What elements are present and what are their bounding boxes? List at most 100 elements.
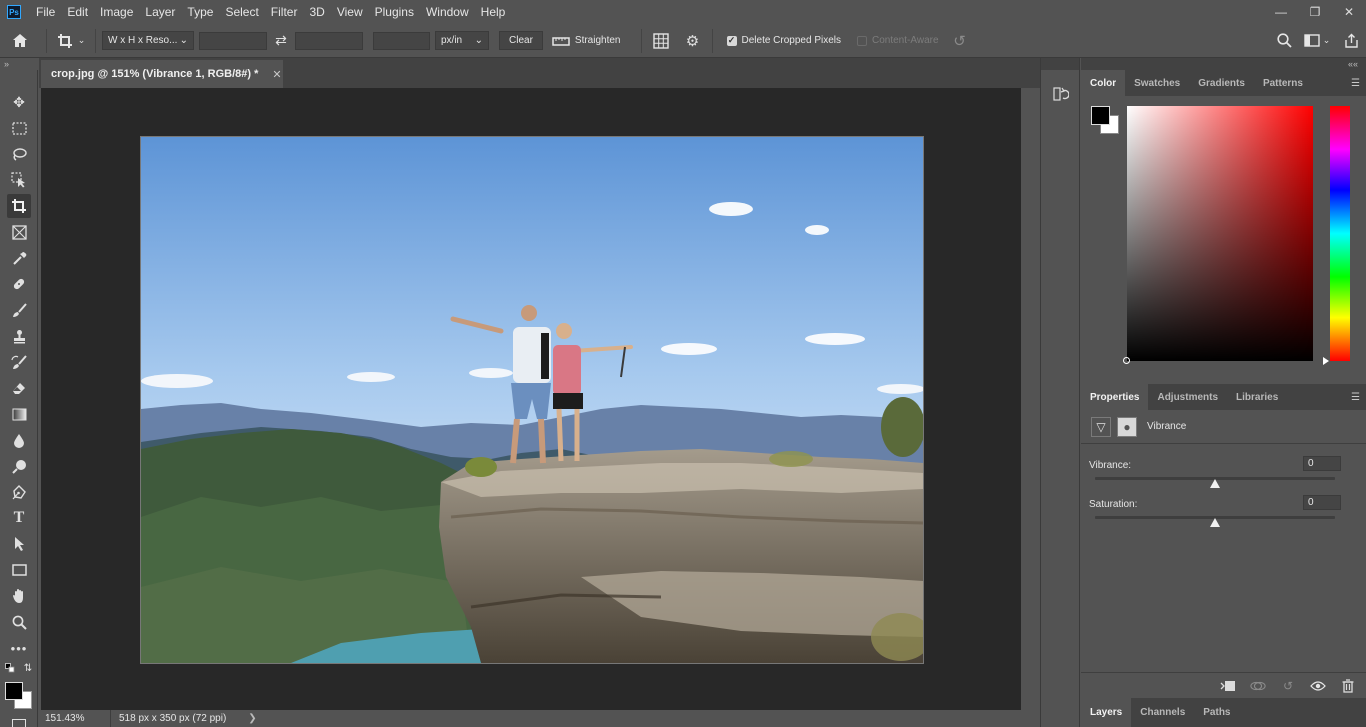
dodge-tool-icon[interactable] [7, 454, 31, 478]
clip-to-layer-icon[interactable] [1220, 678, 1236, 694]
home-icon[interactable] [0, 28, 40, 54]
menu-window[interactable]: Window [420, 0, 475, 24]
tab-gradients[interactable]: Gradients [1189, 70, 1254, 96]
resolution-input[interactable] [373, 31, 430, 50]
panel-menu-icon[interactable]: ☰ [1351, 392, 1360, 403]
brush-tool-icon[interactable] [7, 298, 31, 322]
zoom-level[interactable]: 151.43% [39, 710, 111, 727]
minimize-button[interactable]: — [1264, 0, 1298, 24]
content-aware-label[interactable]: Content-Aware [872, 35, 939, 46]
saturation-input[interactable]: 0 [1303, 495, 1341, 510]
menu-image[interactable]: Image [94, 0, 139, 24]
quick-mask-icon[interactable] [7, 718, 31, 727]
document-tab[interactable]: crop.jpg @ 151% (Vibrance 1, RGB/8#) * ✕ [41, 60, 283, 88]
layer-mask-icon[interactable]: ● [1117, 416, 1137, 437]
rectangle-tool-icon[interactable] [7, 558, 31, 582]
hue-slider-marker[interactable] [1323, 357, 1329, 365]
healing-brush-tool-icon[interactable] [7, 272, 31, 296]
ratio-select[interactable]: W x H x Reso... ⌄ [102, 31, 194, 50]
gradient-tool-icon[interactable] [7, 402, 31, 426]
hand-tool-icon[interactable] [7, 584, 31, 608]
eyedropper-tool-icon[interactable] [7, 246, 31, 270]
blur-tool-icon[interactable] [7, 428, 31, 452]
straighten-icon[interactable] [547, 28, 575, 54]
tab-swatches[interactable]: Swatches [1125, 70, 1189, 96]
search-icon[interactable] [1270, 28, 1298, 54]
eraser-tool-icon[interactable] [7, 376, 31, 400]
menu-file[interactable]: File [30, 0, 61, 24]
menu-type[interactable]: Type [181, 0, 219, 24]
toolbar-collapse[interactable]: » [0, 58, 38, 70]
straighten-label[interactable]: Straighten [575, 35, 621, 46]
reset-adjustment-icon[interactable]: ↺ [1280, 678, 1296, 694]
zoom-tool-icon[interactable] [7, 610, 31, 634]
vibrance-input[interactable]: 0 [1303, 456, 1341, 471]
tab-color[interactable]: Color [1081, 70, 1126, 96]
object-selection-tool-icon[interactable] [7, 168, 31, 192]
photo-canvas[interactable] [140, 136, 924, 664]
panel-menu-icon[interactable]: ☰ [1351, 78, 1360, 89]
swap-dimensions-icon[interactable]: ⇄ [267, 28, 295, 54]
frame-tool-icon[interactable] [7, 220, 31, 244]
foreground-color-chip[interactable] [1091, 106, 1110, 125]
menu-edit[interactable]: Edit [61, 0, 94, 24]
workspace-icon[interactable]: ⌄ [1298, 28, 1336, 54]
canvas-area[interactable] [41, 88, 1021, 710]
clear-button[interactable]: Clear [499, 31, 543, 50]
tab-properties[interactable]: Properties [1081, 384, 1149, 410]
more-tools-icon[interactable]: ••• [7, 636, 31, 660]
close-tab-icon[interactable]: ✕ [272, 68, 281, 81]
canvas-scrollbar[interactable] [1021, 88, 1040, 710]
chevron-right-icon[interactable]: ❯ [248, 713, 256, 724]
content-aware-checkbox[interactable] [857, 35, 867, 46]
tab-paths[interactable]: Paths [1194, 698, 1239, 727]
saturation-slider-thumb[interactable] [1210, 518, 1220, 527]
menu-layer[interactable]: Layer [139, 0, 181, 24]
menu-view[interactable]: View [331, 0, 369, 24]
reset-icon[interactable]: ↺ [945, 28, 975, 54]
menu-filter[interactable]: Filter [265, 0, 304, 24]
share-icon[interactable] [1336, 28, 1366, 54]
foreground-color-swatch[interactable] [5, 682, 23, 700]
tab-layers[interactable]: Layers [1081, 698, 1132, 727]
pen-tool-icon[interactable] [7, 480, 31, 504]
visibility-eye-icon[interactable] [1310, 678, 1326, 694]
vibrance-slider-thumb[interactable] [1210, 479, 1220, 488]
gear-icon[interactable]: ⚙ [680, 28, 706, 54]
crop-tool-preset-button[interactable]: ⌄ [53, 28, 89, 54]
color-saturation-field[interactable] [1127, 106, 1313, 361]
clone-stamp-tool-icon[interactable] [7, 324, 31, 348]
history-brush-tool-icon[interactable] [7, 350, 31, 374]
resolution-unit-select[interactable]: px/in ⌄ [435, 31, 489, 50]
lasso-tool-icon[interactable] [7, 142, 31, 166]
path-selection-tool-icon[interactable] [7, 532, 31, 556]
history-panel-icon[interactable] [1050, 82, 1072, 104]
trash-icon[interactable] [1340, 678, 1356, 694]
tab-libraries[interactable]: Libraries [1227, 384, 1287, 410]
swap-colors-icon[interactable]: ⇅ [20, 660, 36, 676]
tab-channels[interactable]: Channels [1131, 698, 1194, 727]
delete-cropped-pixels-label[interactable]: Delete Cropped Pixels [742, 35, 842, 46]
hue-slider[interactable] [1330, 106, 1350, 361]
color-picker-marker[interactable] [1123, 357, 1130, 364]
menu-3d[interactable]: 3D [303, 0, 330, 24]
menu-plugins[interactable]: Plugins [369, 0, 420, 24]
marquee-tool-icon[interactable] [7, 116, 31, 140]
tab-patterns[interactable]: Patterns [1254, 70, 1312, 96]
tab-adjustments[interactable]: Adjustments [1148, 384, 1227, 410]
menu-help[interactable]: Help [475, 0, 512, 24]
default-colors-icon[interactable] [2, 660, 18, 676]
color-panel [1081, 96, 1366, 382]
delete-cropped-pixels-checkbox[interactable]: ✓ [726, 35, 737, 46]
panel-dock-collapse[interactable]: «« [1081, 58, 1366, 70]
move-tool-icon[interactable]: ✥ [7, 90, 31, 114]
type-tool-icon[interactable]: T [7, 506, 31, 530]
menu-select[interactable]: Select [219, 0, 264, 24]
overlay-grid-icon[interactable] [648, 28, 674, 54]
height-input[interactable] [295, 31, 363, 50]
restore-button[interactable]: ❐ [1298, 0, 1332, 24]
view-previous-state-icon[interactable] [1250, 678, 1266, 694]
crop-tool-icon[interactable] [7, 194, 31, 218]
close-window-button[interactable]: ✕ [1332, 0, 1366, 24]
width-input[interactable] [199, 31, 267, 50]
